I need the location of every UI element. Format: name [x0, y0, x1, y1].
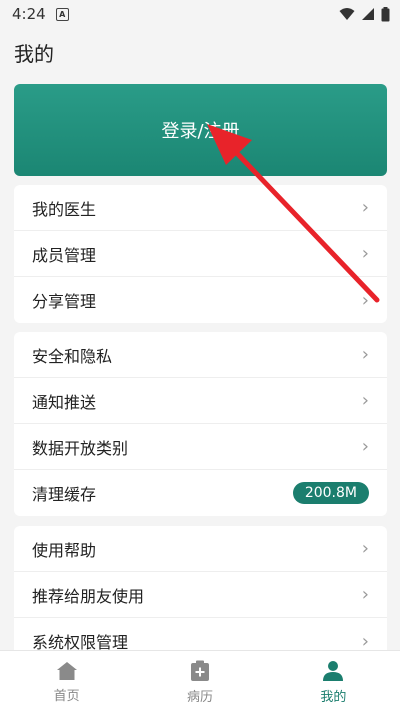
- signal-icon: [362, 8, 374, 20]
- menu-item-member-management[interactable]: 成员管理 ›: [14, 231, 387, 277]
- chevron-right-icon: ›: [361, 243, 369, 264]
- chevron-right-icon: ›: [361, 436, 369, 457]
- notification-icon: A: [55, 7, 69, 21]
- nav-label: 首页: [53, 688, 80, 704]
- chevron-right-icon: ›: [361, 197, 369, 218]
- chevron-right-icon: ›: [361, 538, 369, 559]
- menu-item-label: 推荐给朋友使用: [32, 586, 145, 606]
- status-time: 4:24: [12, 5, 46, 23]
- bottom-nav: 首页 病历 我的: [0, 650, 400, 713]
- chevron-right-icon: ›: [361, 630, 369, 652]
- menu-item-label: 使用帮助: [32, 540, 97, 560]
- chevron-right-icon: ›: [361, 344, 369, 365]
- login-register-button[interactable]: 登录/注册: [14, 84, 387, 176]
- menu-item-label: 安全和隐私: [32, 346, 113, 366]
- menu-item-security-privacy[interactable]: 安全和隐私 ›: [14, 332, 387, 378]
- menu-item-help[interactable]: 使用帮助 ›: [14, 526, 387, 572]
- menu-item-label: 数据开放类别: [32, 438, 129, 458]
- status-left: 4:24 A: [12, 5, 69, 23]
- menu-card-2: 安全和隐私 › 通知推送 › 数据开放类别 › 清理缓存 200.8M: [14, 332, 387, 516]
- cache-size-badge: 200.8M: [292, 482, 369, 504]
- menu-card-1: 我的医生 › 成员管理 › 分享管理 ›: [14, 185, 387, 323]
- chevron-right-icon: ›: [361, 289, 369, 311]
- nav-label: 病历: [186, 689, 213, 705]
- chevron-right-icon: ›: [361, 390, 369, 411]
- page-title: 我的: [14, 42, 54, 66]
- menu-item-label: 分享管理: [32, 292, 97, 311]
- status-right: [339, 6, 390, 22]
- menu-item-clear-cache[interactable]: 清理缓存 200.8M: [14, 470, 387, 516]
- menu-card-3: 使用帮助 › 推荐给朋友使用 › 系统权限管理 ›: [14, 526, 387, 664]
- chevron-right-icon: ›: [361, 584, 369, 605]
- status-bar: 4:24 A: [0, 0, 400, 28]
- nav-tab-mine[interactable]: 我的: [267, 651, 400, 713]
- home-icon: [56, 661, 77, 680]
- menu-item-share-management[interactable]: 分享管理 ›: [14, 277, 387, 323]
- menu-item-recommend-friends[interactable]: 推荐给朋友使用 ›: [14, 572, 387, 618]
- login-register-label: 登录/注册: [161, 121, 240, 142]
- wifi-icon: [339, 8, 355, 20]
- nav-tab-home[interactable]: 首页: [0, 651, 133, 713]
- person-icon: [323, 660, 344, 681]
- battery-icon: [381, 6, 390, 21]
- menu-item-notification-push[interactable]: 通知推送 ›: [14, 378, 387, 424]
- menu-item-my-doctor[interactable]: 我的医生 ›: [14, 185, 387, 231]
- nav-tab-medical-records[interactable]: 病历: [133, 651, 266, 713]
- menu-item-data-open-categories[interactable]: 数据开放类别 ›: [14, 424, 387, 470]
- menu-item-label: 清理缓存: [32, 485, 97, 504]
- nav-label: 我的: [320, 689, 347, 705]
- menu-item-label: 通知推送: [32, 392, 97, 412]
- medical-record-icon: [190, 660, 209, 681]
- menu-item-label: 成员管理: [32, 245, 97, 265]
- menu-item-label: 我的医生: [32, 199, 97, 219]
